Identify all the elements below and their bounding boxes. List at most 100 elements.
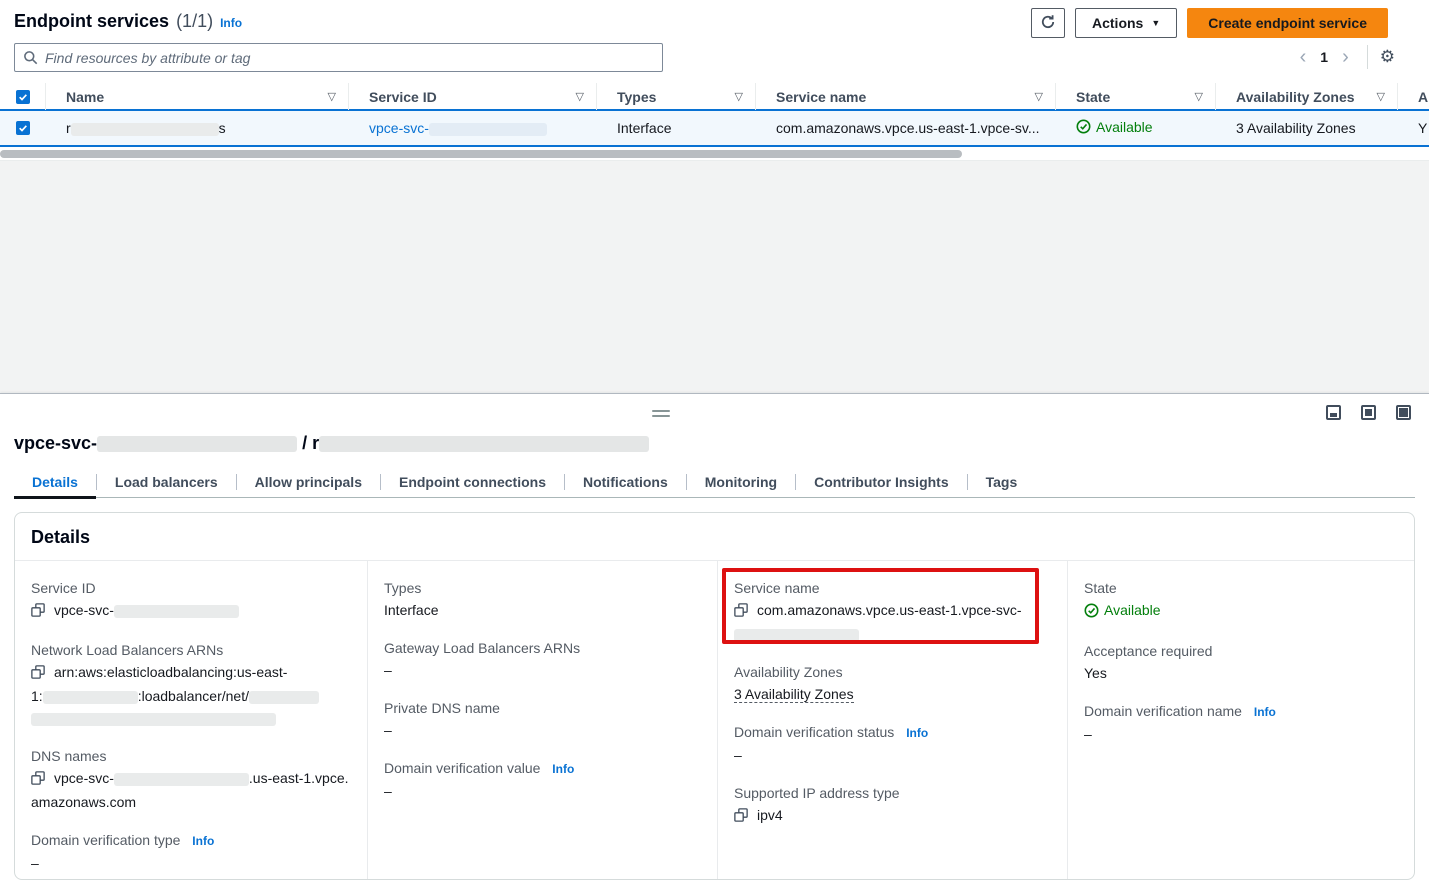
field-domain-verification-type: Domain verification type Info – [31,829,351,874]
details-card-body: Service ID vpce-svc- Network Load Balanc… [15,561,1414,879]
search-input[interactable] [45,50,654,66]
empty-gap [0,160,1429,393]
column-header-availability-zones[interactable]: Availability Zones ▽ [1216,83,1398,110]
row-checkbox[interactable] [16,121,30,135]
redacted-text [429,123,547,136]
endpoint-services-page: Endpoint services (1/1) Info Actions ▼ C… [0,0,1429,886]
state-text: Available [1096,119,1153,135]
info-link[interactable]: Info [552,762,574,776]
row-select-cell [0,121,46,135]
tab-contributor-insights[interactable]: Contributor Insights [796,467,967,497]
cell-service-id: vpce-svc- [349,120,597,136]
search-icon [23,50,38,65]
column-header-state[interactable]: State ▽ [1056,83,1216,110]
field-domain-verification-value: Domain verification value Info – [384,757,701,802]
caret-down-icon: ▼ [1151,18,1160,28]
redacted-text [734,629,859,642]
page-title-wrap: Endpoint services (1/1) Info [14,11,242,32]
success-check-icon [1084,603,1099,618]
redacted-text [114,605,239,618]
refresh-button[interactable] [1031,8,1065,38]
actions-button[interactable]: Actions ▼ [1075,8,1177,38]
table-header-row: Name ▽ Service ID ▽ Types ▽ Service name… [0,84,1429,111]
sort-icon: ▽ [328,90,336,103]
redacted-text [97,436,297,452]
tab-endpoint-connections[interactable]: Endpoint connections [381,467,564,497]
availability-zones-link[interactable]: 3 Availability Zones [1236,120,1356,136]
details-column-1: Service ID vpce-svc- Network Load Balanc… [15,561,368,879]
cell-name: rs [46,120,349,136]
panel-size-large-button[interactable] [1396,405,1411,420]
sort-icon: ▽ [1377,90,1385,103]
tab-allow-principals[interactable]: Allow principals [237,467,380,497]
field-domain-verification-status: Domain verification status Info – [734,721,1051,766]
endpoint-services-table: Name ▽ Service ID ▽ Types ▽ Service name… [0,84,1429,147]
pagination-divider [1367,45,1368,69]
redacted-text [31,713,276,726]
sort-icon: ▽ [1195,90,1203,103]
tab-details[interactable]: Details [14,467,96,497]
sort-icon: ▽ [735,90,743,103]
pagination: ‹ 1 › ⚙ [1294,45,1395,69]
column-header-service-name[interactable]: Service name ▽ [756,83,1056,110]
column-header-service-id[interactable]: Service ID ▽ [349,83,597,110]
redacted-text [43,691,138,704]
panel-size-medium-button[interactable] [1361,405,1376,420]
detail-split-panel: vpce-svc- / r Details Load balancers All… [0,393,1429,886]
redacted-text [249,691,319,704]
details-heading: Details [31,527,1398,548]
horizontal-scrollbar [0,149,1429,160]
field-dns-names: DNS names vpce-svc-.us-east-1.vpce.amazo… [31,745,351,813]
tab-load-balancers[interactable]: Load balancers [97,467,236,497]
details-column-3: Service name com.amazonaws.vpce.us-east-… [718,561,1068,879]
details-card-header: Details [15,513,1414,561]
search-box [14,43,663,72]
field-state: State Available [1084,577,1398,624]
column-header-name[interactable]: Name ▽ [46,83,349,110]
column-header-cutoff[interactable]: A [1398,83,1429,110]
info-link[interactable]: Info [906,726,928,740]
tab-monitoring[interactable]: Monitoring [687,467,795,497]
field-types: Types Interface [384,577,701,621]
info-link[interactable]: Info [1254,705,1276,719]
service-id-link[interactable]: vpce-svc- [369,120,547,136]
sort-icon: ▽ [1035,90,1043,103]
panel-size-small-button[interactable] [1326,405,1341,420]
header-actions: Actions ▼ Create endpoint service [1031,8,1388,38]
page-title: Endpoint services [14,11,169,32]
field-supported-ip-address-type: Supported IP address type ipv4 [734,782,1051,828]
field-glb-arns: Gateway Load Balancers ARNs – [384,637,701,681]
current-page-number[interactable]: 1 [1316,49,1332,65]
select-all-checkbox[interactable] [16,90,30,104]
scrollbar-thumb[interactable] [0,150,962,158]
copy-icon[interactable] [31,769,45,791]
info-link[interactable]: Info [192,834,214,848]
page-header: Endpoint services (1/1) Info Actions ▼ C… [0,0,1429,42]
field-private-dns-name: Private DNS name – [384,697,701,741]
field-service-name: Service name com.amazonaws.vpce.us-east-… [734,577,1051,645]
previous-page-button[interactable]: ‹ [1294,45,1313,69]
select-all-cell [0,83,46,110]
header-info-link[interactable]: Info [220,16,242,30]
copy-icon[interactable] [734,806,748,828]
create-endpoint-service-button[interactable]: Create endpoint service [1187,8,1388,38]
availability-zones-link[interactable]: 3 Availability Zones [734,686,854,703]
tab-tags[interactable]: Tags [968,467,1036,497]
gear-icon[interactable]: ⚙ [1380,45,1395,69]
column-header-types[interactable]: Types ▽ [597,83,756,110]
panel-title: vpce-svc- / r [14,433,649,454]
panel-drag-handle[interactable] [652,410,670,420]
next-page-button[interactable]: › [1336,45,1355,69]
field-acceptance-required: Acceptance required Yes [1084,640,1398,684]
field-domain-verification-name: Domain verification name Info – [1084,700,1398,745]
copy-icon[interactable] [31,601,45,623]
table-row[interactable]: rs vpce-svc- Interface com.amazonaws.vpc… [0,111,1429,147]
tab-notifications[interactable]: Notifications [565,467,686,497]
sort-icon: ▽ [576,90,584,103]
actions-button-label: Actions [1092,15,1143,31]
copy-icon[interactable] [734,601,748,623]
field-service-id: Service ID vpce-svc- [31,577,351,623]
cell-service-name: com.amazonaws.vpce.us-east-1.vpce-sv... [756,120,1056,136]
cell-types: Interface [597,120,756,136]
copy-icon[interactable] [31,663,45,685]
